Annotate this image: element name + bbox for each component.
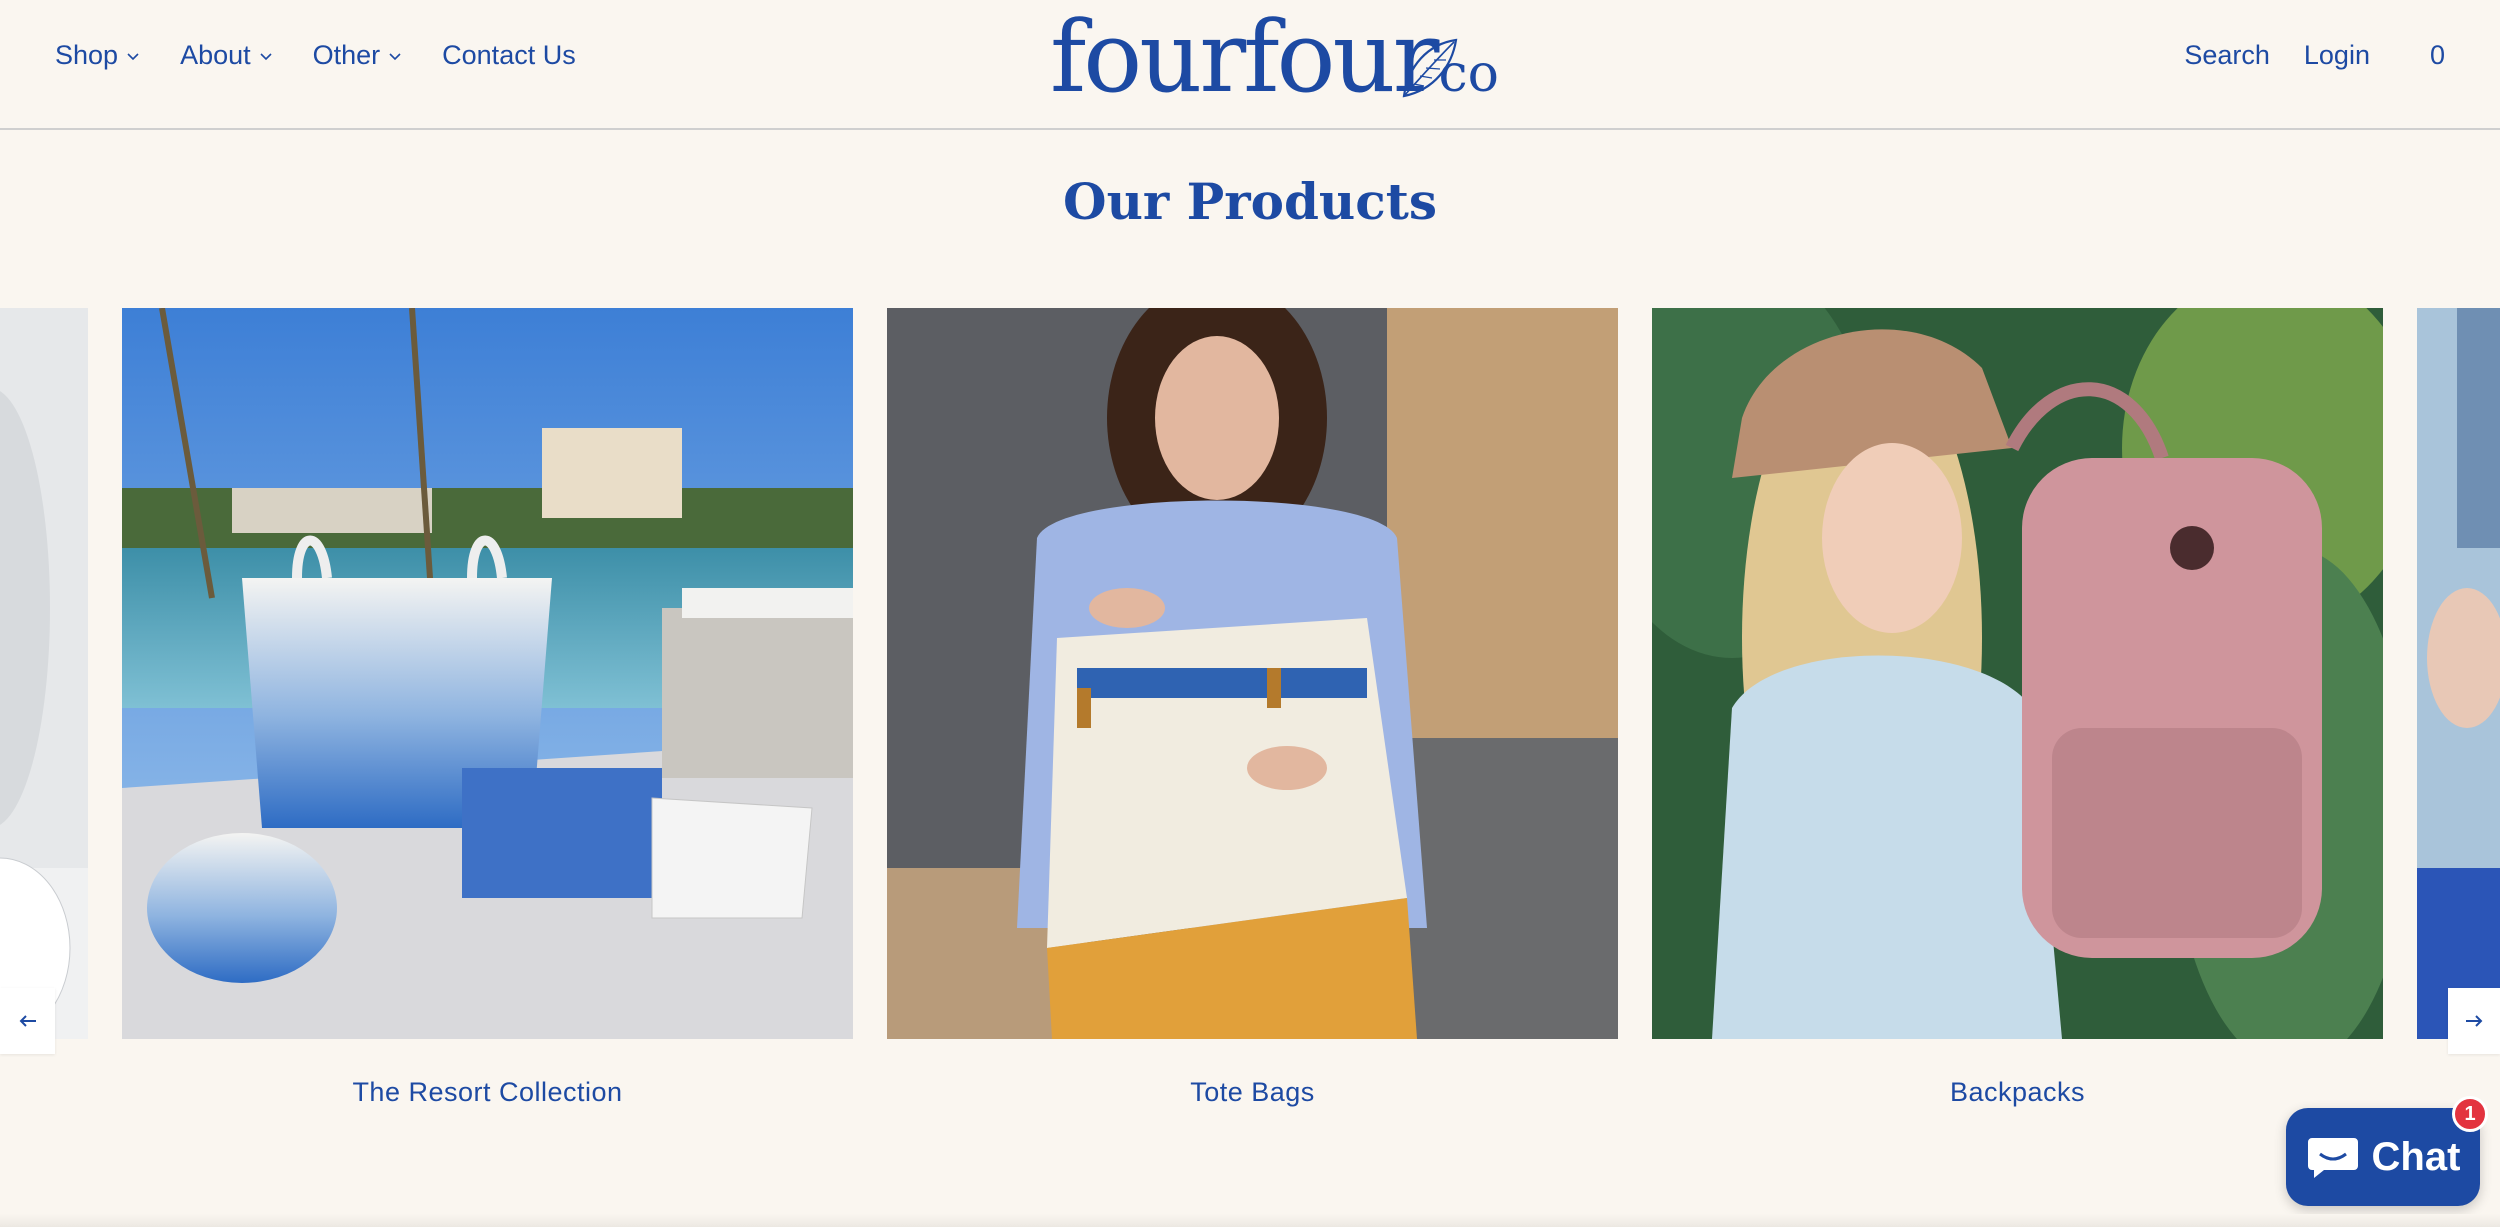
nav-shop-label: Shop <box>55 40 119 70</box>
nav-contact-us[interactable]: Contact Us <box>442 40 576 71</box>
partial-product-image <box>0 308 88 1039</box>
product-carousel: The Resort Collection Tote Bags Backpack… <box>0 308 2500 1128</box>
nav-contact-label: Contact Us <box>442 40 576 70</box>
partial-card-left[interactable] <box>0 308 88 1039</box>
cart-count[interactable]: 0 <box>2430 40 2445 71</box>
chat-label: Chat <box>2371 1134 2461 1179</box>
section-title: Our Products <box>1063 172 1437 231</box>
product-image-tote[interactable] <box>887 308 1618 1039</box>
product-card-tote[interactable]: Tote Bags <box>887 308 1618 1108</box>
product-card-backpacks[interactable]: Backpacks <box>1652 308 2383 1108</box>
login-link[interactable]: Login <box>2304 40 2370 71</box>
nav-other-label: Other <box>312 40 381 70</box>
site-header: Shop About Other Contact Us fourfour co … <box>0 0 2500 130</box>
carousel-prev-button[interactable] <box>0 988 55 1054</box>
carousel-next-button[interactable] <box>2448 988 2500 1054</box>
chat-notification-badge: 1 <box>2452 1096 2488 1132</box>
product-image-resort[interactable] <box>122 308 853 1039</box>
main-nav: Shop About Other Contact Us <box>55 40 616 71</box>
nav-about-label: About <box>180 40 251 70</box>
arrow-right-icon <box>2466 1015 2483 1027</box>
chevron-down-icon <box>389 52 401 60</box>
chat-button[interactable]: Chat <box>2286 1108 2480 1206</box>
chevron-down-icon <box>260 52 272 60</box>
partial-product-image <box>2417 308 2500 1039</box>
utility-nav: Search Login 0 <box>2150 40 2445 71</box>
chevron-down-icon <box>127 52 139 60</box>
nav-about[interactable]: About <box>180 40 273 71</box>
partial-card-right[interactable] <box>2417 308 2500 1039</box>
nav-other[interactable]: Other <box>313 40 403 71</box>
search-link[interactable]: Search <box>2184 40 2270 71</box>
arrow-left-icon <box>19 1015 36 1027</box>
leaf-icon <box>1402 38 1458 98</box>
product-card-resort[interactable]: The Resort Collection <box>122 308 853 1108</box>
chat-bubble-icon <box>2307 1138 2358 1178</box>
product-label-tote[interactable]: Tote Bags <box>887 1077 1618 1108</box>
section-divider <box>0 1214 2500 1227</box>
product-label-resort[interactable]: The Resort Collection <box>122 1077 853 1108</box>
site-logo[interactable]: fourfour co <box>1050 1 1499 115</box>
logo-wordmark: fourfour <box>1050 1 1439 115</box>
nav-shop[interactable]: Shop <box>55 40 140 71</box>
product-label-backpacks[interactable]: Backpacks <box>1652 1077 2383 1108</box>
product-image-backpacks[interactable] <box>1652 308 2383 1039</box>
